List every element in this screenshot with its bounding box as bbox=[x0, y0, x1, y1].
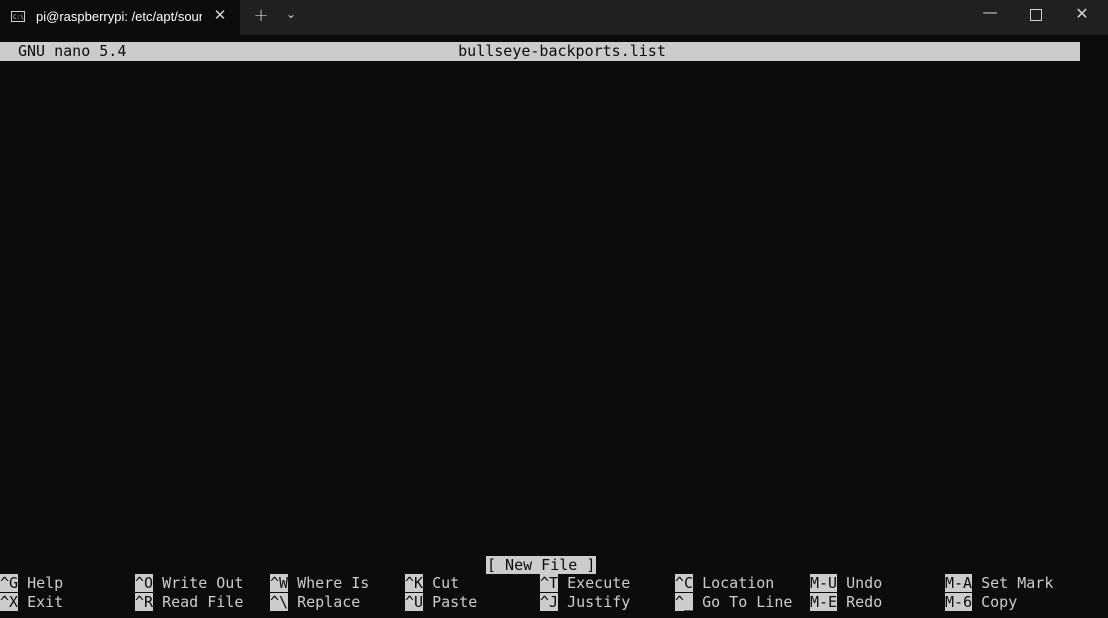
file-name: bullseye-backports.list bbox=[458, 42, 666, 60]
shortcut-label: Read File bbox=[162, 593, 244, 611]
shortcut-key: ^G bbox=[0, 574, 19, 592]
shortcut-item: ^\ Replace bbox=[270, 593, 360, 612]
shortcut-key: M-A bbox=[945, 574, 973, 592]
shortcut-key: ^C bbox=[675, 574, 694, 592]
shortcut-item: ^K Cut bbox=[405, 574, 459, 593]
shortcut-label: Justify bbox=[567, 593, 631, 611]
shortcut-key: ^\ bbox=[270, 593, 289, 611]
shortcut-item: ^J Justify bbox=[540, 593, 630, 612]
shortcut-label: Set Mark bbox=[981, 574, 1054, 592]
status-message: [ New File ] bbox=[486, 556, 597, 574]
shortcut-key: ^_ bbox=[675, 593, 694, 611]
shortcut-label: Go To Line bbox=[702, 593, 793, 611]
shortcut-key: ^K bbox=[405, 574, 424, 592]
shortcut-label: Help bbox=[27, 574, 64, 592]
shortcut-label: Replace bbox=[297, 593, 361, 611]
shortcut-label: Copy bbox=[981, 593, 1018, 611]
shortcut-item: M-A Set Mark bbox=[945, 574, 1053, 593]
shortcut-item: M-6 Copy bbox=[945, 593, 1017, 612]
shortcut-label: Exit bbox=[27, 593, 64, 611]
shortcut-key: ^T bbox=[540, 574, 559, 592]
shortcut-key: ^R bbox=[135, 593, 154, 611]
shortcut-label: Redo bbox=[846, 593, 883, 611]
shortcut-label: Cut bbox=[432, 574, 460, 592]
shortcut-item: ^G Help bbox=[0, 574, 63, 593]
shortcut-key: ^O bbox=[135, 574, 154, 592]
shortcut-key: M-E bbox=[810, 593, 838, 611]
new-tab-button[interactable]: + bbox=[252, 5, 270, 26]
terminal-icon: C:\ bbox=[11, 11, 25, 22]
shortcut-key: ^J bbox=[540, 593, 559, 611]
shortcut-label: Execute bbox=[567, 574, 631, 592]
minimize-button[interactable]: — bbox=[980, 3, 1000, 21]
shortcut-item: ^U Paste bbox=[405, 593, 477, 612]
shortcut-item: ^C Location bbox=[675, 574, 774, 593]
shortcut-label: Write Out bbox=[162, 574, 244, 592]
close-tab-icon[interactable]: ✕ bbox=[211, 6, 229, 24]
title-bar: C:\ pi@raspberrypi: /etc/apt/sources.lis… bbox=[0, 0, 1108, 35]
shortcut-key: ^X bbox=[0, 593, 19, 611]
shortcut-item: ^T Execute bbox=[540, 574, 630, 593]
shortcut-label: Undo bbox=[846, 574, 883, 592]
shortcut-item: ^O Write Out bbox=[135, 574, 243, 593]
editor-area[interactable] bbox=[0, 62, 1108, 554]
tab-title: pi@raspberrypi: /etc/apt/sources.list.d bbox=[36, 9, 202, 24]
maximize-icon bbox=[1030, 9, 1042, 21]
shortcut-key: ^W bbox=[270, 574, 289, 592]
nano-header-bar: GNU nano 5.4 bullseye-backports.list bbox=[0, 42, 1080, 61]
shortcut-item: M-U Undo bbox=[810, 574, 882, 593]
close-window-button[interactable]: ✕ bbox=[1072, 4, 1092, 23]
shortcut-label: Paste bbox=[432, 593, 478, 611]
shortcut-key: M-6 bbox=[945, 593, 973, 611]
shortcut-item: ^R Read File bbox=[135, 593, 243, 612]
shortcut-label: Where Is bbox=[297, 574, 370, 592]
shortcut-item: ^X Exit bbox=[0, 593, 63, 612]
shortcut-item: M-E Redo bbox=[810, 593, 882, 612]
shortcut-label: Location bbox=[702, 574, 775, 592]
terminal-tab[interactable]: C:\ pi@raspberrypi: /etc/apt/sources.lis… bbox=[0, 0, 240, 35]
tab-dropdown-icon[interactable]: ⌄ bbox=[282, 7, 300, 21]
shortcut-key: ^U bbox=[405, 593, 424, 611]
shortcut-item: ^W Where Is bbox=[270, 574, 369, 593]
maximize-button[interactable] bbox=[1026, 6, 1046, 25]
shortcut-key: M-U bbox=[810, 574, 838, 592]
shortcut-item: ^_ Go To Line bbox=[675, 593, 792, 612]
